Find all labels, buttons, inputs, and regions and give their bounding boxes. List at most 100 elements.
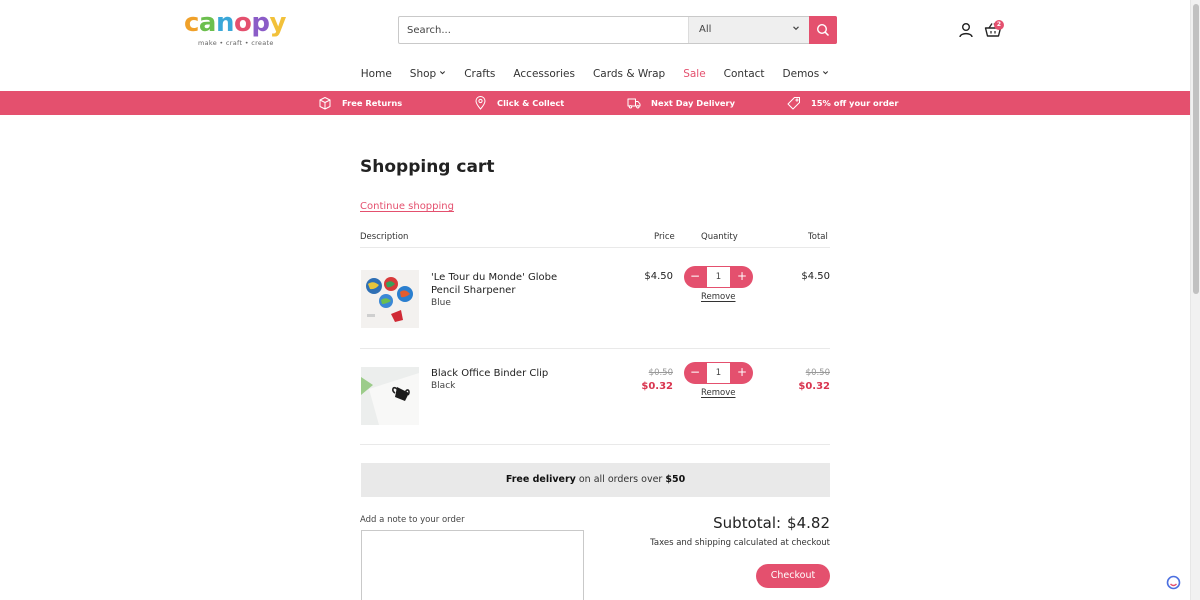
item-price-sale: $0.32 (641, 381, 673, 392)
logo[interactable]: canopy make • craft • create (184, 8, 286, 50)
box-icon (319, 97, 331, 110)
quantity-stepper: − 1 + (684, 266, 753, 288)
promo-free-returns: Free Returns (318, 91, 402, 115)
quantity-input[interactable]: 1 (706, 266, 731, 288)
quantity-decrease-button[interactable]: − (684, 362, 706, 384)
promo-click-collect: Click & Collect (474, 91, 564, 115)
promo-label: Click & Collect (497, 98, 565, 108)
nav-item-label: Accessories (513, 68, 575, 80)
divider (360, 444, 830, 445)
promo-label: 15% off your order (811, 98, 899, 108)
product-variant: Black (431, 381, 456, 391)
logo-letter: o (233, 8, 252, 38)
page-title: Shopping cart (360, 157, 495, 177)
search-button[interactable] (809, 16, 837, 44)
nav-item-label: Home (360, 68, 392, 80)
site-header: canopy make • craft • create All 2 Home S… (0, 0, 1190, 91)
free-delivery-banner: Free delivery on all orders over $50 (361, 463, 830, 497)
chevron-down-icon (440, 71, 446, 75)
chevron-down-icon (793, 26, 799, 31)
location-pin-icon (475, 96, 486, 110)
remove-item-link[interactable]: Remove (701, 292, 736, 302)
nav-item-shop[interactable]: Shop (410, 68, 446, 80)
truck-icon (627, 98, 641, 109)
logo-letter: n (215, 8, 235, 38)
quantity-increase-button[interactable]: + (731, 266, 753, 288)
search-input[interactable] (399, 17, 688, 43)
main-nav: Home Shop Crafts Accessories Cards & Wrap Sal… (0, 68, 1190, 84)
chevron-down-icon (823, 71, 829, 75)
quantity-decrease-button[interactable]: − (684, 266, 706, 288)
search-category-select[interactable]: All (688, 17, 810, 43)
promo-discount: 15% off your order (787, 91, 899, 115)
nav-item-demos[interactable]: Demos (783, 68, 830, 80)
order-note-field[interactable] (361, 530, 584, 600)
logo-wordmark: canopy (184, 8, 286, 38)
scrollbar-thumb[interactable] (1193, 4, 1199, 294)
page-scrollbar[interactable] (1190, 0, 1200, 600)
product-variant: Blue (431, 298, 451, 308)
product-name-line: Pencil Sharpener (431, 285, 516, 296)
column-header-description: Description (360, 232, 409, 242)
product-name[interactable]: 'Le Tour du Monde' Globe Pencil Sharpene… (431, 271, 591, 297)
divider (360, 348, 830, 349)
promo-label: Next Day Delivery (651, 98, 736, 108)
search-icon (816, 23, 830, 37)
column-header-quantity: Quantity (701, 232, 738, 242)
logo-letter: a (198, 8, 217, 38)
subtotal-value: $4.82 (787, 514, 830, 532)
promo-label: Free Returns (342, 98, 403, 108)
continue-shopping-link[interactable]: Continue shopping (360, 201, 454, 212)
product-image[interactable] (361, 367, 419, 425)
product-name[interactable]: Black Office Binder Clip (431, 367, 591, 380)
nav-item-home[interactable]: Home (361, 68, 392, 80)
logo-letter: y (269, 8, 286, 38)
nav-item-label: Crafts (464, 68, 496, 80)
nav-item-contact[interactable]: Contact (724, 68, 765, 80)
chat-widget-icon[interactable] (1166, 575, 1181, 590)
item-price: $4.50 (644, 271, 673, 282)
nav-item-sale[interactable]: Sale (683, 68, 705, 80)
free-delivery-threshold: $50 (665, 474, 686, 485)
binder-clip-image (361, 367, 419, 425)
promo-next-day: Next Day Delivery (627, 91, 735, 115)
subtotal: Subtotal: $4.82 (640, 514, 830, 532)
tag-icon (787, 97, 800, 110)
globe-sharpener-image (361, 270, 419, 328)
quantity-stepper: − 1 + (684, 362, 753, 384)
line-total: $4.50 (801, 271, 830, 282)
cart-count-badge: 2 (994, 20, 1004, 30)
product-name-line: Black Office Binder Clip (431, 368, 549, 379)
product-image[interactable] (361, 270, 419, 328)
search-bar: All (398, 16, 837, 44)
search-category-value: All (699, 24, 712, 35)
quantity-input[interactable]: 1 (706, 362, 731, 384)
account-icon[interactable] (958, 22, 974, 38)
nav-item-label: Contact (723, 68, 765, 80)
subtotal-label: Subtotal: (713, 514, 782, 532)
checkout-button[interactable]: Checkout (756, 564, 830, 588)
taxes-note: Taxes and shipping calculated at checkou… (650, 538, 830, 548)
product-name-line: 'Le Tour du Monde' Globe (431, 272, 558, 283)
line-total-sale: $0.32 (798, 381, 830, 392)
nav-item-label: Demos (782, 68, 820, 80)
free-delivery-bold: Free delivery (505, 474, 576, 485)
quantity-increase-button[interactable]: + (731, 362, 753, 384)
column-header-total: Total (808, 232, 828, 242)
nav-item-cards-wrap[interactable]: Cards & Wrap (593, 68, 665, 80)
divider (360, 247, 830, 248)
logo-letter: c (184, 8, 199, 38)
nav-item-crafts[interactable]: Crafts (464, 68, 495, 80)
nav-item-label: Shop (409, 68, 437, 80)
logo-letter: p (251, 8, 270, 38)
free-delivery-text: on all orders over (575, 474, 666, 485)
column-header-price: Price (654, 232, 675, 242)
order-note-label: Add a note to your order (360, 515, 465, 525)
item-price-original: $0.50 (648, 368, 673, 378)
nav-item-label: Cards & Wrap (592, 68, 666, 80)
promo-bar: Free Returns Click & Collect Next Day De… (0, 91, 1190, 115)
nav-item-accessories[interactable]: Accessories (513, 68, 575, 80)
line-total-original: $0.50 (805, 368, 830, 378)
remove-item-link[interactable]: Remove (701, 388, 736, 398)
logo-tagline: make • craft • create (198, 39, 274, 47)
